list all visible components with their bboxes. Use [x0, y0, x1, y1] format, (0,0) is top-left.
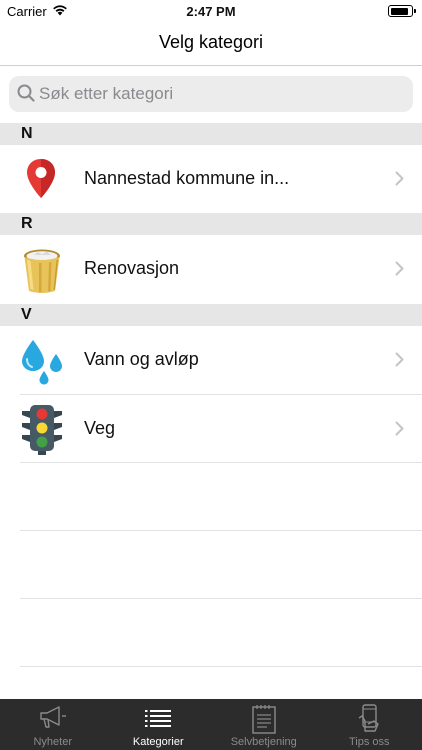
chevron-right-icon: [395, 261, 404, 276]
page-title: Velg kategori: [158, 32, 264, 52]
clock: 2:47 PM: [186, 4, 236, 19]
tab-kategorier[interactable]: Kategorier: [106, 699, 212, 750]
section-header-n: N: [0, 123, 422, 145]
tab-label: Nyheter: [33, 736, 73, 748]
megaphone-icon: [40, 706, 66, 728]
category-row-nannestad[interactable]: Nannestad kommune in...: [0, 145, 422, 213]
row-divider: [20, 598, 422, 599]
category-row-veg[interactable]: Veg: [0, 395, 422, 463]
section-letter: R: [21, 215, 33, 232]
section-letter: V: [21, 306, 32, 323]
tab-label: Selvbetjening: [230, 736, 297, 748]
tab-bar: Nyheter Kategorier Selvbetjening Tips os…: [0, 699, 422, 750]
battery-icon: [388, 5, 416, 17]
chevron-right-icon: [395, 421, 404, 436]
tab-tips-oss[interactable]: Tips oss: [317, 699, 422, 750]
category-row-renovasjon[interactable]: Renovasjon: [0, 235, 422, 303]
list-icon: [145, 710, 172, 727]
category-label: Veg: [84, 418, 116, 438]
category-row-vann[interactable]: Vann og avløp: [0, 326, 422, 394]
tab-label: Tips oss: [348, 736, 390, 748]
chevron-right-icon: [395, 171, 404, 186]
tab-nyheter[interactable]: Nyheter: [0, 699, 106, 750]
search-input[interactable]: Søk etter kategori: [9, 76, 413, 112]
trash-bin-icon: [18, 243, 68, 295]
phone-hand-icon: [358, 704, 379, 732]
row-divider: [20, 530, 422, 531]
map-pin-icon: [18, 153, 68, 205]
category-label: Nannestad kommune in...: [84, 168, 290, 188]
category-label: Vann og avløp: [84, 349, 199, 369]
tab-selvbetjening[interactable]: Selvbetjening: [211, 699, 317, 750]
section-header-v: V: [0, 304, 422, 326]
water-drops-icon: [18, 334, 68, 386]
row-divider: [20, 462, 422, 463]
status-bar: Carrier 2:47 PM: [0, 0, 422, 24]
chevron-right-icon: [395, 352, 404, 367]
category-label: Renovasjon: [84, 258, 180, 278]
search-placeholder: Søk etter kategori: [39, 84, 174, 103]
row-divider: [20, 666, 422, 667]
tab-label: Kategorier: [132, 736, 184, 748]
section-letter: N: [21, 125, 33, 142]
traffic-light-icon: [18, 403, 68, 455]
notepad-icon: [252, 705, 276, 734]
section-header-r: R: [0, 213, 422, 235]
search-icon: [17, 84, 35, 102]
navigation-bar: Velg kategori: [0, 24, 422, 66]
